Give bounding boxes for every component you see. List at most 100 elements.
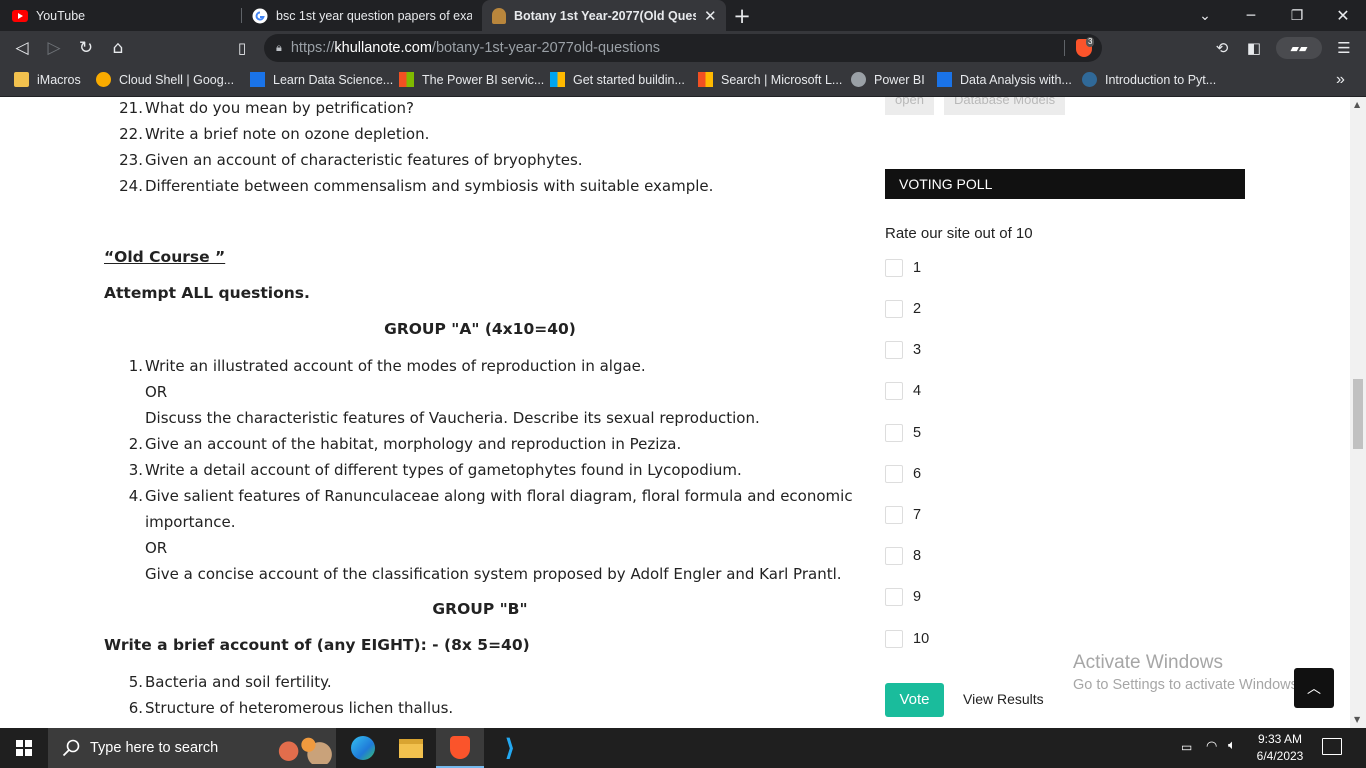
poll-option[interactable]: 8 xyxy=(885,546,921,566)
checkbox[interactable] xyxy=(885,341,903,359)
globe-icon xyxy=(851,72,866,87)
tab-botany-active[interactable]: Botany 1st Year-2077(Old Questio ✕ xyxy=(482,0,726,31)
bookmark-power-bi[interactable]: Power BI xyxy=(851,64,925,95)
notifications-icon[interactable] xyxy=(1322,738,1342,755)
microsoft-icon xyxy=(698,72,713,87)
page-scrollbar[interactable]: ▲ ▼ xyxy=(1350,97,1366,728)
poll-option[interactable]: 5 xyxy=(885,423,921,443)
tab-strip: YouTube bsc 1st year question papers of … xyxy=(0,0,1366,31)
reload-icon[interactable]: ↻ xyxy=(72,34,100,62)
bookmark-icon[interactable]: ▯ xyxy=(228,34,256,62)
attempt-instruction: Attempt ALL questions. xyxy=(104,284,310,302)
bookmark-cloud-shell[interactable]: Cloud Shell | Goog... xyxy=(96,64,234,95)
clock-date: 6/4/2023 xyxy=(1256,749,1304,763)
volume-icon[interactable]: 🔈︎ xyxy=(1228,738,1236,753)
checkbox[interactable] xyxy=(885,465,903,483)
vpn-icon[interactable]: ⟲ xyxy=(1208,34,1236,62)
vote-button[interactable]: Vote xyxy=(885,683,944,717)
tag-open[interactable]: open xyxy=(885,97,934,115)
checkbox[interactable] xyxy=(885,382,903,400)
chevron-up-icon: ︿ xyxy=(1307,681,1321,697)
tag-database-models[interactable]: Database Models xyxy=(944,97,1066,115)
list-item: 3. Write a detail account of different ty… xyxy=(128,461,742,479)
activate-windows-title: Activate Windows xyxy=(1073,652,1223,673)
tab-youtube[interactable]: YouTube xyxy=(0,0,240,31)
wallet-icon: ▰▰ xyxy=(1290,41,1308,55)
minimize-button[interactable]: ─ xyxy=(1228,0,1274,31)
close-tab-icon[interactable]: ✕ xyxy=(704,7,717,25)
taskbar-search-box[interactable]: Type here to search xyxy=(48,728,336,768)
list-item: 4. Give salient features of Ranunculaceae… xyxy=(128,487,853,505)
poll-option[interactable]: 6 xyxy=(885,464,921,484)
menu-icon[interactable]: ☰ xyxy=(1330,34,1358,62)
youtube-icon xyxy=(12,9,28,22)
scroll-down-arrow-icon[interactable]: ▼ xyxy=(1354,715,1360,724)
bookmark-intro-python[interactable]: Introduction to Pyt... xyxy=(1082,64,1216,95)
list-item: 22. Write a brief note on ozone depletion… xyxy=(119,125,430,143)
forward-icon[interactable]: ▷ xyxy=(40,34,68,62)
checkbox[interactable] xyxy=(885,259,903,277)
poll-option[interactable]: 2 xyxy=(885,299,921,319)
cloud-icon xyxy=(96,72,111,87)
grid-icon xyxy=(937,72,952,87)
bookmark-learn-data-science[interactable]: Learn Data Science... xyxy=(250,64,393,95)
folder-icon xyxy=(14,72,29,87)
poll-option[interactable]: 9 xyxy=(885,587,921,607)
scrollbar-thumb[interactable] xyxy=(1353,379,1363,449)
windows-taskbar: Type here to search ⟩ ▭ ◠ 🔈︎ 9:33 AM 6/4… xyxy=(0,728,1366,768)
group-b-instruction: Write a brief account of (any EIGHT): - … xyxy=(104,636,530,654)
restore-button[interactable]: ❐ xyxy=(1274,0,1320,31)
poll-option[interactable]: 3 xyxy=(885,340,921,360)
taskbar-file-explorer[interactable] xyxy=(387,728,435,768)
bookmark-data-analysis[interactable]: Data Analysis with... xyxy=(937,64,1072,95)
list-item: 23. Given an account of characteristic fe… xyxy=(119,151,583,169)
bookmark-search-microsoft[interactable]: Search | Microsoft L... xyxy=(698,64,842,95)
site-favicon xyxy=(492,7,506,24)
taskbar-clock[interactable]: 9:33 AM 6/4/2023 xyxy=(1250,731,1310,765)
grid-icon xyxy=(250,72,265,87)
new-tab-button[interactable]: + xyxy=(720,0,764,31)
poll-title: VOTING POLL xyxy=(885,169,1245,199)
tab-question-papers[interactable]: bsc 1st year question papers of exam xyxy=(242,0,480,31)
list-item: Discuss the characteristic features of V… xyxy=(145,409,760,427)
taskbar-edge[interactable] xyxy=(339,728,387,768)
scroll-up-arrow-icon[interactable]: ▲ xyxy=(1354,100,1360,109)
poll-option[interactable]: 1 xyxy=(885,258,921,278)
poll-option[interactable]: 4 xyxy=(885,381,921,401)
bookmarks-overflow-button[interactable]: » xyxy=(1336,64,1345,95)
group-b-heading: GROUP "B" xyxy=(432,600,528,618)
view-results-link[interactable]: View Results xyxy=(963,691,1044,707)
bookmark-imacros[interactable]: iMacros xyxy=(14,64,81,95)
list-item: 24. Differentiate between commensalism an… xyxy=(119,177,714,195)
tab-search-chevron-icon[interactable]: ⌄ xyxy=(1182,0,1228,31)
sidebar-toggle-icon[interactable]: ◧ xyxy=(1240,34,1268,62)
poll-option[interactable]: 7 xyxy=(885,505,921,525)
poll-option[interactable]: 10 xyxy=(885,629,929,649)
edge-icon xyxy=(351,736,375,760)
checkbox[interactable] xyxy=(885,588,903,606)
battery-icon[interactable]: ▭ xyxy=(1181,740,1192,754)
back-icon[interactable]: ◁ xyxy=(8,34,36,62)
bookmark-power-bi-service[interactable]: The Power BI servic... xyxy=(399,64,544,95)
checkbox[interactable] xyxy=(885,547,903,565)
checkbox[interactable] xyxy=(885,506,903,524)
bookmark-label: The Power BI servic... xyxy=(422,72,545,87)
checkbox[interactable] xyxy=(885,300,903,318)
wallet-button[interactable]: ▰▰ xyxy=(1276,37,1322,59)
bookmark-label: Search | Microsoft L... xyxy=(721,72,843,87)
python-icon xyxy=(1082,72,1097,87)
list-item: 2. Give an account of the habitat, morpho… xyxy=(128,435,682,453)
start-button[interactable] xyxy=(0,728,48,768)
close-window-button[interactable]: ✕ xyxy=(1320,0,1366,31)
taskbar-brave[interactable] xyxy=(436,728,484,768)
network-icon[interactable]: ◠ xyxy=(1206,739,1217,754)
lock-icon: 🔒︎ xyxy=(276,41,282,54)
address-bar[interactable]: 🔒︎ https://khullanote.com/botany-1st-yea… xyxy=(264,34,1102,62)
taskbar-vscode[interactable]: ⟩ xyxy=(486,728,534,768)
list-item: importance. xyxy=(145,513,236,531)
scroll-to-top-button[interactable]: ︿ xyxy=(1294,668,1334,708)
checkbox[interactable] xyxy=(885,630,903,648)
home-icon[interactable]: ⌂ xyxy=(104,34,132,62)
checkbox[interactable] xyxy=(885,424,903,442)
bookmark-get-started[interactable]: Get started buildin... xyxy=(550,64,685,95)
